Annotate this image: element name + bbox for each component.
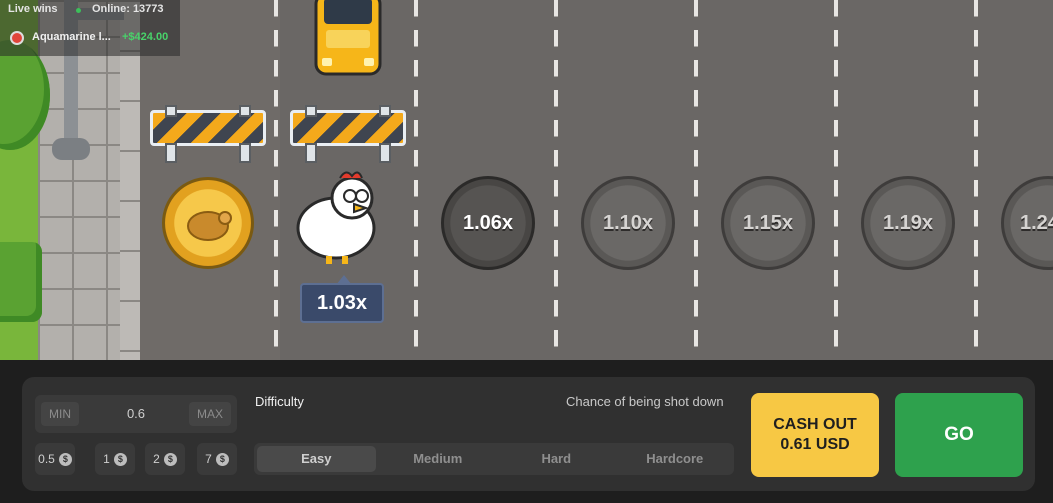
lane-multiplier[interactable]: 1.10x [581, 176, 675, 270]
difficulty-easy[interactable]: Easy [257, 446, 376, 472]
lane-divider [694, 0, 698, 360]
quick-bet-button[interactable]: 1 $ [95, 443, 135, 475]
bush [0, 242, 42, 322]
quick-bet-button[interactable]: 2 $ [145, 443, 185, 475]
bet-amount-field[interactable]: MIN 0.6 MAX [35, 395, 237, 433]
avatar [10, 31, 24, 45]
difficulty-selector: Easy Medium Hard Hardcore [254, 443, 734, 475]
live-wins-panel: Live wins Online: 13773 Aquamarine l... … [0, 0, 180, 56]
winner-amount: +$424.00 [122, 31, 169, 43]
quick-bet-label: 1 [103, 452, 110, 466]
online-count: Online: 13773 [92, 3, 164, 15]
quick-bet-button[interactable]: 7 $ [197, 443, 237, 475]
difficulty-title: Difficulty [255, 394, 304, 409]
lane-multiplier[interactable]: 1.19x [861, 176, 955, 270]
control-panel: MIN 0.6 MAX 0.5 $ 1 $ 2 $ 7 $ Difficulty… [22, 377, 1035, 491]
lamp-base [52, 138, 90, 160]
quick-bet-label: 0.5 [38, 452, 55, 466]
quick-bet-button[interactable]: 0.5 $ [35, 443, 75, 475]
lane-multiplier[interactable]: 1.06x [441, 176, 535, 270]
lane-multiplier[interactable]: 1.15x [721, 176, 815, 270]
lane-divider [274, 0, 278, 360]
difficulty-hardcore[interactable]: Hardcore [616, 443, 735, 475]
dollar-coin-icon: $ [163, 452, 177, 466]
difficulty-hard[interactable]: Hard [497, 443, 616, 475]
lane-divider [414, 0, 418, 360]
cash-out-button[interactable]: CASH OUT 0.61 USD [751, 393, 879, 477]
current-multiplier: 1.03x [300, 275, 384, 323]
chance-label: Chance of being shot down [566, 394, 724, 409]
difficulty-medium[interactable]: Medium [379, 443, 498, 475]
live-wins-title: Live wins [8, 3, 58, 15]
dollar-coin-icon: $ [215, 452, 229, 466]
barrier [290, 105, 406, 163]
dollar-coin-icon: $ [58, 452, 72, 466]
game-scene: 1.03x 1.06x 1.10x 1.15x 1.19x 1.24x Live… [0, 0, 1053, 360]
lane-divider [974, 0, 978, 360]
dollar-coin-icon: $ [113, 452, 127, 466]
quick-bet-label: 2 [153, 452, 160, 466]
online-dot-icon [76, 8, 81, 13]
cash-out-amount: 0.61 USD [780, 436, 850, 453]
car-icon [314, 0, 382, 76]
lane-divider [834, 0, 838, 360]
winner-name: Aquamarine l... [32, 31, 111, 43]
lane-divider [554, 0, 558, 360]
chicken-icon [296, 171, 376, 264]
barrier [150, 105, 266, 163]
quick-bet-label: 7 [205, 452, 212, 466]
lane-multiplier[interactable]: 1.24x [1001, 176, 1053, 270]
cooked-chicken-coin-icon [162, 177, 254, 269]
bet-max-button[interactable]: MAX [188, 402, 231, 426]
cash-out-label: CASH OUT [773, 416, 857, 433]
go-button[interactable]: GO [895, 393, 1023, 477]
